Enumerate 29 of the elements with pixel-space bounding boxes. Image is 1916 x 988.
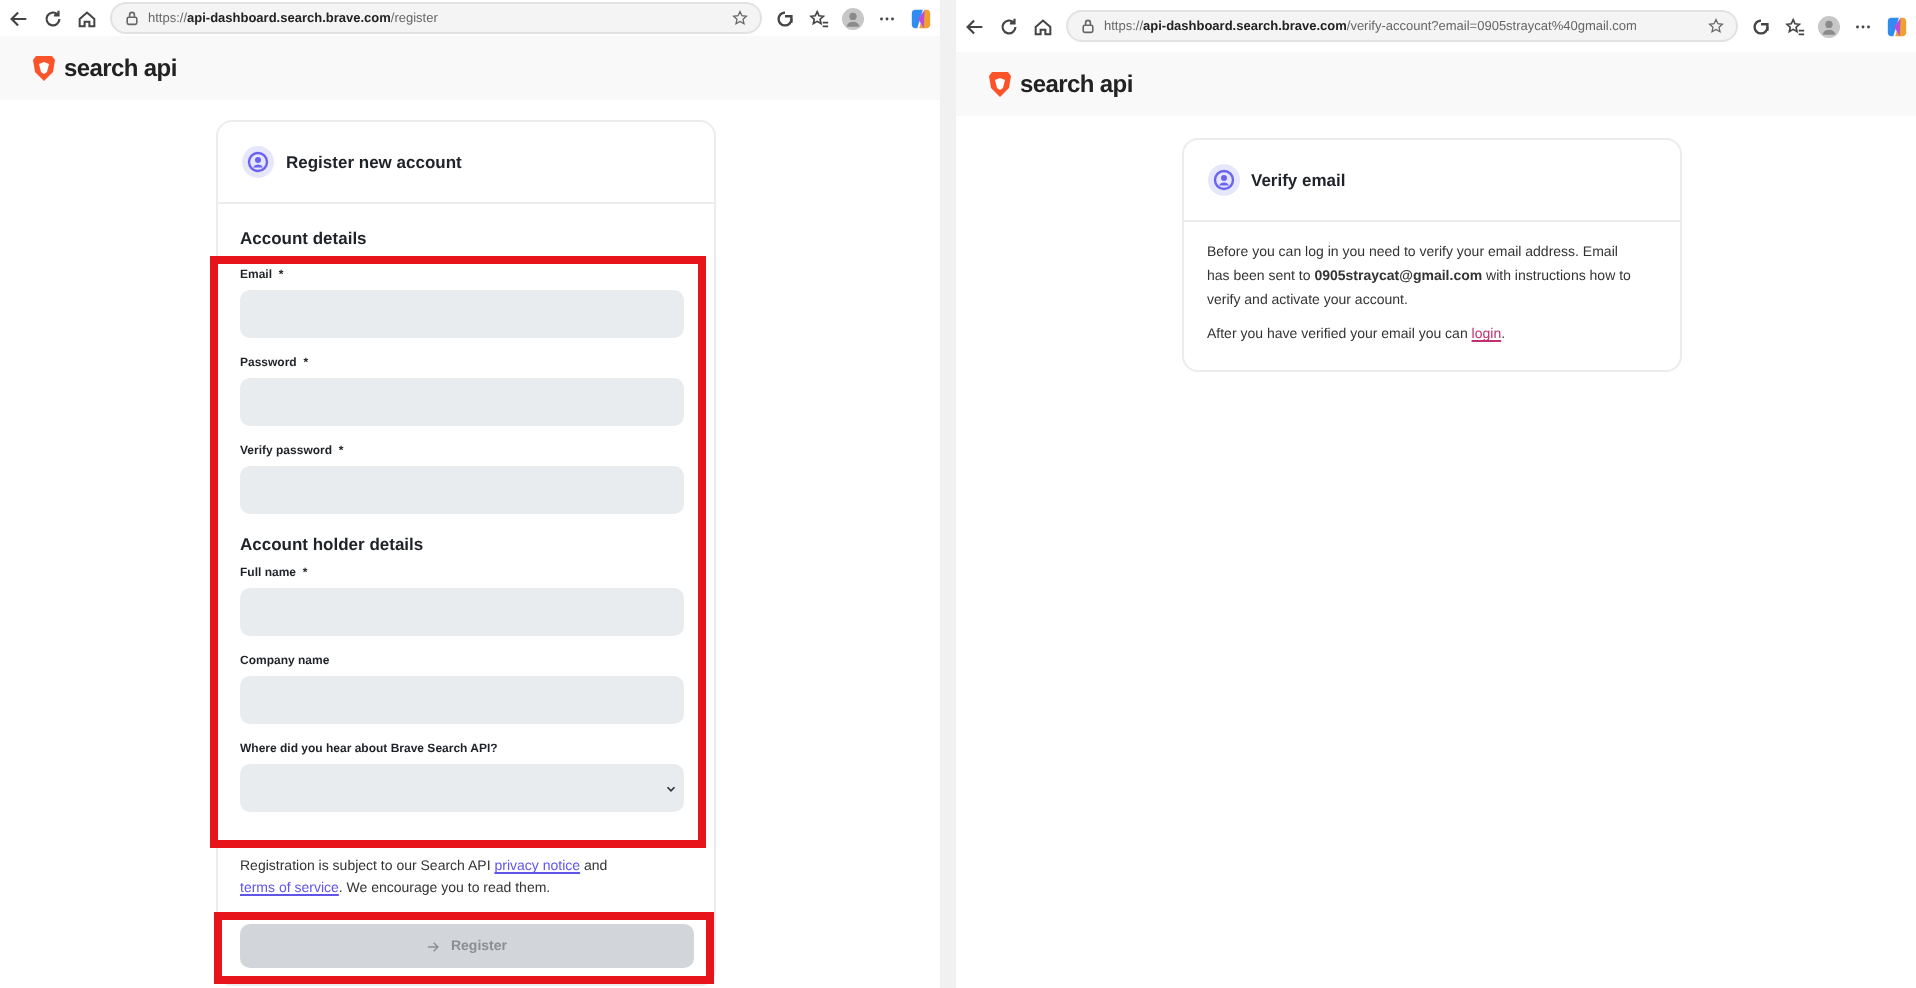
card-title: Register new account: [286, 152, 462, 172]
copilot-icon[interactable]: [910, 7, 932, 29]
refresh-icon[interactable]: [42, 7, 64, 29]
card-title: Verify email: [1251, 170, 1346, 190]
avatar-icon[interactable]: [1818, 15, 1840, 37]
dropdown-field[interactable]: [240, 764, 684, 812]
lion-logo-icon[interactable]: [32, 54, 56, 82]
lock-icon[interactable]: [124, 10, 140, 26]
star-icon[interactable]: [732, 10, 748, 26]
back-icon[interactable]: [8, 7, 30, 29]
arrow-right-icon: [426, 939, 441, 953]
refresh-icon[interactable]: [998, 15, 1020, 37]
favorites-icon[interactable]: [808, 7, 830, 29]
brand-name[interactable]: search api: [64, 54, 177, 82]
chevron-down-icon: [664, 781, 678, 795]
brand-name[interactable]: search api: [1020, 70, 1133, 98]
home-icon[interactable]: [1032, 15, 1054, 37]
lion-logo-icon[interactable]: [988, 70, 1012, 98]
back-icon[interactable]: [964, 15, 986, 37]
copilot-icon[interactable]: [1886, 15, 1908, 37]
avatar-icon[interactable]: [842, 7, 864, 29]
star-icon[interactable]: [1708, 18, 1724, 34]
section-heading: Account holder details: [240, 534, 426, 554]
section-heading: Account details: [240, 228, 369, 248]
home-icon[interactable]: [76, 7, 98, 29]
user-circle-icon: [242, 146, 274, 178]
user-circle-icon: [1207, 164, 1239, 196]
lock-icon[interactable]: [1080, 18, 1096, 34]
favorites-icon[interactable]: [1784, 15, 1806, 37]
